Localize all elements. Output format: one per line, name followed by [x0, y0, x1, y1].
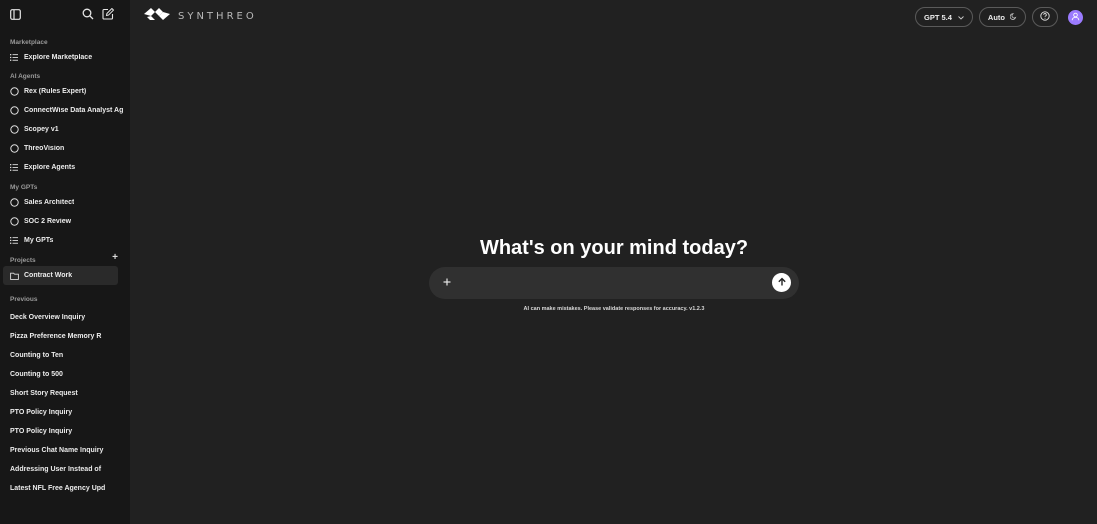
chat-composer: [429, 267, 799, 299]
attach-plus-icon[interactable]: [440, 275, 454, 289]
sidebar-item-label: Scopey v1: [24, 126, 59, 133]
sidebar-item-label: Explore Marketplace: [24, 54, 93, 61]
circle-icon: [9, 217, 19, 227]
history-item[interactable]: Counting to 500: [0, 365, 130, 384]
list-icon: [9, 236, 19, 246]
circle-icon: [9, 106, 19, 116]
sidebar-item-label: Sales Architect: [24, 199, 75, 206]
user-icon: [1071, 8, 1080, 26]
circle-icon: [9, 198, 19, 208]
sidebar-item-label: SOC 2 Review: [24, 218, 72, 225]
history-item[interactable]: Latest NFL Free Agency Upd: [0, 479, 130, 498]
sidebar-item-agent[interactable]: Scopey v1: [0, 120, 130, 139]
section-label-previous: Previous: [10, 296, 38, 303]
circle-icon: [9, 87, 19, 97]
chevron-down-icon: [958, 13, 964, 22]
history-item[interactable]: Counting to Ten: [0, 346, 130, 365]
model-selector[interactable]: GPT 5.4: [914, 7, 973, 27]
chat-input[interactable]: [459, 273, 759, 293]
circle-icon: [9, 144, 19, 154]
sidebar-item-my-gpts[interactable]: My GPTs: [0, 231, 130, 250]
disclaimer-text: AI can make mistakes. Please validate re…: [523, 306, 705, 312]
model-label: GPT 5.4: [923, 12, 952, 22]
theme-toggle[interactable]: Auto: [978, 7, 1026, 27]
history-item[interactable]: Previous Chat Name Inquiry: [0, 441, 130, 460]
theme-label: Auto: [987, 12, 1005, 22]
sidebar-item-agent[interactable]: ConnectWise Data Analyst Ag: [0, 101, 130, 120]
history-item[interactable]: Addressing User Instead of: [0, 460, 130, 479]
sidebar-item-label: Rex (Rules Expert): [24, 88, 87, 95]
help-button[interactable]: [1032, 7, 1058, 27]
moon-icon: [1009, 12, 1017, 22]
section-label-marketplace: Marketplace: [10, 39, 48, 46]
sidebar-item-label: My GPTs: [24, 237, 54, 244]
history-item[interactable]: Pizza Preference Memory R: [0, 327, 130, 346]
sidebar-item-label: Contract Work: [24, 272, 73, 279]
projects-label: Projects: [10, 257, 36, 264]
sidebar-item-project[interactable]: Contract Work: [3, 266, 118, 285]
logo-mark-icon: [142, 6, 172, 27]
header-controls: GPT 5.4 Auto: [914, 7, 1083, 27]
send-button[interactable]: [772, 273, 791, 292]
section-label-my-gpts: My GPTs: [10, 184, 38, 191]
sidebar: Marketplace Explore Marketplace AI Agent…: [0, 0, 130, 524]
help-icon: [1040, 8, 1050, 26]
sidebar-toolbar: [0, 0, 130, 30]
history-item[interactable]: Short Story Request: [0, 384, 130, 403]
sidebar-item-gpt[interactable]: SOC 2 Review: [0, 212, 130, 231]
section-label-projects: Projects +: [0, 253, 130, 266]
circle-icon: [9, 125, 19, 135]
add-project-icon[interactable]: +: [112, 253, 118, 263]
avatar[interactable]: [1068, 8, 1083, 26]
brand-name: SYNTHREO: [178, 11, 257, 22]
arrow-up-icon: [777, 274, 787, 292]
history-item[interactable]: Deck Overview Inquiry: [0, 308, 130, 327]
sidebar-item-label: ThreoVision: [24, 145, 65, 152]
sidebar-item-gpt[interactable]: Sales Architect: [0, 193, 130, 212]
folder-icon: [9, 271, 19, 281]
page-title: What's on your mind today?: [479, 237, 749, 259]
list-icon: [9, 163, 19, 173]
sidebar-item-agent[interactable]: ThreoVision: [0, 139, 130, 158]
sidebar-item-label: ConnectWise Data Analyst Ag: [24, 107, 124, 114]
sidebar-item-explore-agents[interactable]: Explore Agents: [0, 158, 130, 177]
section-label-ai-agents: AI Agents: [10, 73, 41, 80]
sidebar-item-label: Explore Agents: [24, 164, 76, 171]
sidebar-item-explore-marketplace[interactable]: Explore Marketplace: [0, 48, 130, 67]
history-item[interactable]: PTO Policy Inquiry: [0, 403, 130, 422]
list-icon: [9, 53, 19, 63]
history-item[interactable]: PTO Policy Inquiry: [0, 422, 130, 441]
new-chat-icon[interactable]: [102, 7, 116, 21]
sidebar-item-agent[interactable]: Rex (Rules Expert): [0, 82, 130, 101]
toggle-sidebar-icon[interactable]: [10, 7, 24, 21]
brand-logo: SYNTHREO: [142, 6, 257, 27]
search-icon[interactable]: [82, 7, 96, 21]
